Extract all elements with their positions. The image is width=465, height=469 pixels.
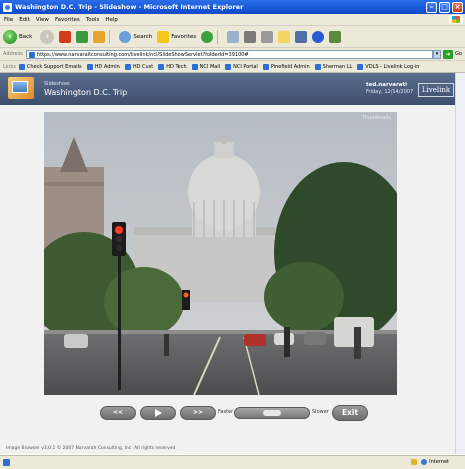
link-item[interactable]: HD Cust [124, 63, 154, 70]
speed-slider[interactable] [234, 407, 310, 419]
back-arrow-icon[interactable]: ‹ [3, 29, 17, 44]
window-title: Washington D.C. Trip - Slideshow - Micro… [15, 3, 244, 11]
current-date: Friday, 12/14/2007 [366, 89, 414, 95]
link-item[interactable]: Sherman LL [314, 63, 353, 70]
link-label: HD Cust [132, 63, 154, 70]
page-scrollbar[interactable] [455, 73, 465, 454]
address-bar: Address https://www.narvaraitconsulting.… [0, 48, 465, 61]
forward-arrow-icon[interactable]: › [40, 29, 55, 44]
menu-view[interactable]: View [36, 17, 49, 23]
mail-icon[interactable] [227, 30, 240, 43]
faster-label: Faster [218, 409, 234, 415]
back-button[interactable]: Back [19, 34, 32, 40]
history-icon[interactable] [201, 30, 214, 43]
link-page-icon [225, 63, 232, 70]
previous-button[interactable]: << [100, 406, 136, 420]
menu-help[interactable]: Help [105, 17, 118, 23]
album-title: Washington D.C. Trip [44, 88, 128, 97]
exit-button[interactable]: Exit [332, 405, 368, 421]
link-item[interactable]: HD Admin [86, 63, 120, 70]
folder-icon[interactable] [278, 30, 291, 43]
link-page-icon [158, 63, 165, 70]
bluetooth-icon[interactable] [312, 30, 325, 43]
link-page-icon [314, 63, 321, 70]
link-label: HD Admin [94, 63, 120, 70]
minimize-icon[interactable]: – [426, 1, 437, 13]
link-label: Pinefield Admin [270, 63, 310, 70]
user-name[interactable]: ted.narvarati [366, 82, 407, 88]
window-title-bar[interactable]: Washington D.C. Trip - Slideshow - Micro… [0, 0, 465, 14]
app-header: Slideshow: Washington D.C. Trip ted.narv… [0, 73, 455, 105]
toolbar: ‹ Back › Search Favorites [0, 26, 465, 48]
security-zone: Internet [411, 459, 449, 465]
link-item[interactable]: Pinefield Admin [262, 63, 310, 70]
print-icon[interactable] [244, 30, 257, 43]
link-label: Sherman LL [322, 63, 353, 70]
menu-bar: File Edit View Favorites Tools Help [0, 14, 465, 26]
link-item[interactable]: NCI Mail [191, 63, 221, 70]
refresh-icon[interactable] [76, 30, 89, 43]
favorites-star-icon[interactable] [157, 30, 170, 43]
page-content: Slideshow: Washington D.C. Trip ted.narv… [0, 73, 455, 454]
capitol-photo [44, 112, 397, 395]
home-icon[interactable] [93, 30, 106, 43]
link-page-icon [18, 63, 25, 70]
favorites-button[interactable]: Favorites [171, 34, 196, 40]
messenger-icon[interactable] [295, 30, 308, 43]
ie-icon [3, 2, 12, 12]
slideshow-photo[interactable]: Thumbnails [44, 112, 397, 395]
globe-icon [421, 459, 428, 465]
slideshow-logo-icon [8, 77, 34, 99]
link-page-icon [124, 63, 131, 70]
footer-copyright: Image Browser v3.0.1 © 2007 Narvarah Con… [6, 446, 177, 451]
menu-edit[interactable]: Edit [19, 17, 30, 23]
page-done-icon [3, 459, 10, 466]
menu-favorites[interactable]: Favorites [55, 17, 80, 23]
link-label: HD Tech [166, 63, 187, 70]
menu-file[interactable]: File [4, 17, 13, 23]
link-label: NCI Mail [199, 63, 221, 70]
link-label: NCI Portal [233, 63, 258, 70]
speed-slider-thumb[interactable] [263, 410, 281, 416]
edit-icon[interactable] [261, 30, 274, 43]
thumbnails-link[interactable]: Thumbnails [362, 115, 391, 121]
links-bar: Links Check Support Emails HD Admin HD C… [0, 61, 465, 73]
windows-logo-icon [449, 15, 463, 24]
link-page-icon [191, 63, 198, 70]
toolbar-separator [217, 29, 219, 44]
link-page-icon [357, 63, 364, 70]
link-label: Check Support Emails [26, 63, 82, 70]
lock-icon[interactable] [411, 459, 418, 465]
address-label: Address [3, 51, 23, 57]
status-bar: Internet [0, 455, 465, 469]
next-button[interactable]: >> [180, 406, 216, 420]
livelink-logo[interactable]: Livelink [418, 83, 454, 97]
zone-label: Internet [429, 459, 449, 465]
play-icon [154, 408, 162, 417]
search-button[interactable]: Search [133, 34, 152, 40]
close-icon[interactable]: × [452, 1, 463, 13]
menu-tools[interactable]: Tools [86, 17, 100, 23]
link-item[interactable]: VDLS - Livelink Log-in [357, 63, 420, 70]
play-button[interactable] [140, 406, 176, 420]
address-input[interactable]: https://www.narvaraitconsulting.com/live… [25, 49, 434, 59]
maximize-icon[interactable]: □ [439, 1, 450, 13]
link-label: VDLS - Livelink Log-in [365, 63, 420, 70]
go-arrow-icon[interactable]: ➜ [443, 49, 454, 59]
research-icon[interactable] [329, 30, 342, 43]
go-button[interactable]: Go [455, 51, 462, 57]
toolbar-separator [109, 29, 111, 44]
section-label: Slideshow: [44, 81, 71, 87]
link-page-icon [262, 63, 269, 70]
link-item[interactable]: Check Support Emails [18, 63, 82, 70]
link-page-icon [86, 63, 93, 70]
search-icon[interactable] [119, 30, 132, 43]
link-item[interactable]: HD Tech [158, 63, 187, 70]
address-dropdown-icon[interactable]: ▾ [433, 49, 442, 59]
link-item[interactable]: NCI Portal [225, 63, 258, 70]
slideshow-controls: << >> Faster Slower Exit [0, 405, 455, 422]
stop-icon[interactable] [59, 30, 72, 43]
slower-label: Slower [312, 409, 329, 415]
links-label: Links [3, 63, 16, 70]
